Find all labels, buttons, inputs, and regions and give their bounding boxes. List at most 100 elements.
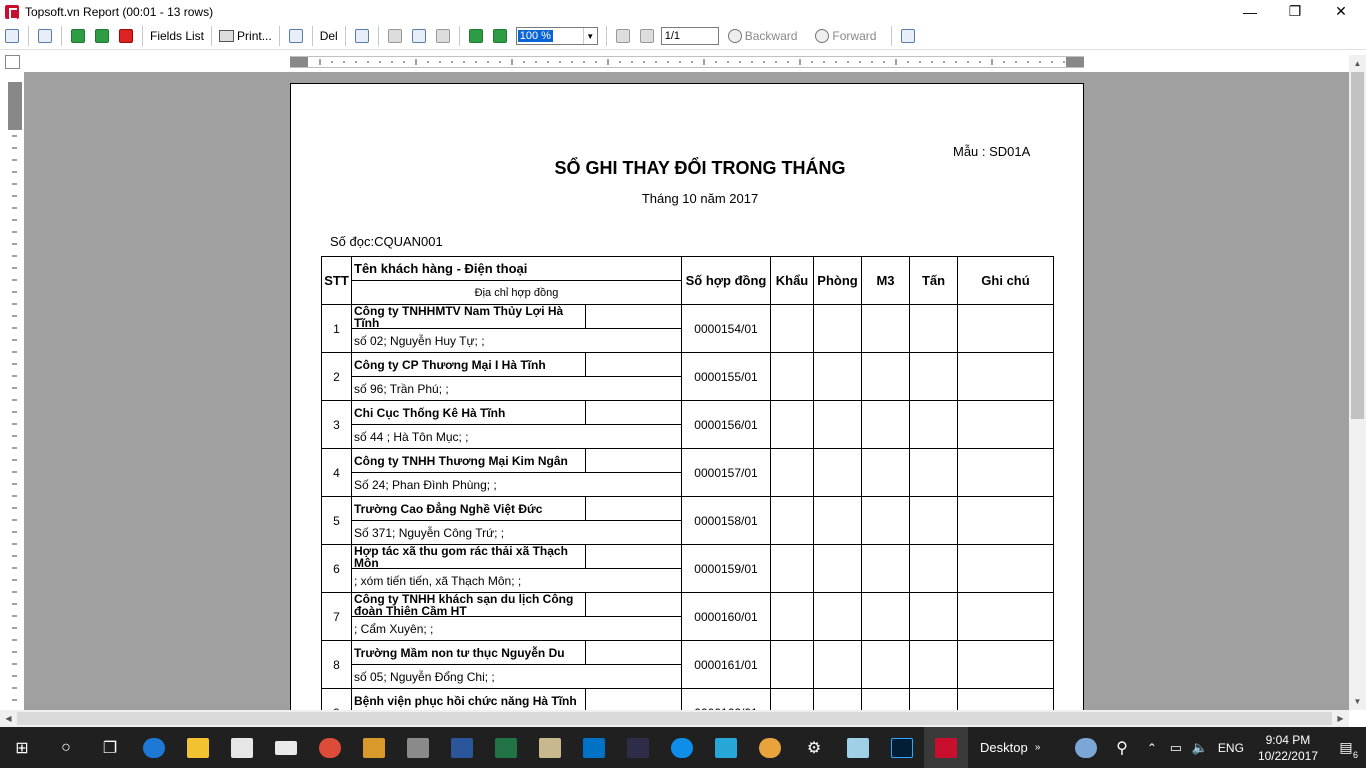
first-page-icon[interactable] — [612, 25, 634, 47]
toolbar: Fields List Print... Del 100 % ▼ 1/1 Bac… — [0, 23, 1366, 50]
previous-page-icon[interactable] — [636, 25, 658, 47]
app-icon-6[interactable] — [836, 727, 880, 768]
export-icon[interactable] — [67, 25, 89, 47]
scroll-right-icon[interactable]: ▶ — [1332, 710, 1349, 727]
chrome-icon[interactable] — [308, 727, 352, 768]
cortana-icon[interactable]: ○ — [44, 727, 88, 768]
zoom-select[interactable]: 100 % ▼ — [515, 27, 598, 45]
print-button[interactable]: Print... — [216, 25, 275, 47]
page-number-input[interactable]: 1/1 — [660, 27, 719, 45]
excel-export-icon[interactable] — [91, 25, 113, 47]
minimize-button[interactable]: — — [1227, 0, 1273, 23]
row-khau — [770, 544, 814, 593]
delete-button[interactable]: Del — [317, 25, 341, 47]
find-icon[interactable] — [351, 25, 373, 47]
page-copy-icon[interactable] — [285, 25, 307, 47]
teamviewer-icon[interactable] — [660, 727, 704, 768]
topsoft-icon[interactable] — [924, 727, 968, 768]
file-explorer-icon[interactable] — [176, 727, 220, 768]
row-tan — [909, 352, 958, 401]
toolbar-separator — [458, 26, 460, 46]
fields-list-button[interactable]: Fields List — [147, 25, 207, 47]
row-phong — [813, 400, 862, 449]
email-icon[interactable] — [34, 25, 56, 47]
close-button[interactable]: ✕ — [1318, 0, 1364, 23]
horizontal-scrollbar[interactable]: ◀ ▶ — [0, 710, 1349, 727]
row-contract-number: 0000155/01 — [681, 352, 771, 401]
row-m3 — [861, 640, 910, 689]
row-customer-name: Công ty TNHHMTV Nam Thủy Lợi Hà Tĩnh — [351, 304, 682, 329]
store-icon[interactable] — [220, 727, 264, 768]
row-khau — [770, 352, 814, 401]
people-icon[interactable]: ⚲ — [1104, 727, 1140, 768]
customer-name-text: Công ty TNHHMTV Nam Thủy Lợi Hà Tĩnh — [354, 305, 586, 328]
excel-icon[interactable] — [484, 727, 528, 768]
forward-label: Forward — [832, 29, 877, 43]
volume-icon[interactable]: 🔈 — [1188, 727, 1212, 768]
row-customer-name: Hợp tác xã thu gom rác thải xã Thạch Môn — [351, 544, 682, 569]
multi-page-icon[interactable] — [408, 25, 430, 47]
scroll-left-icon[interactable]: ◀ — [0, 710, 17, 727]
forward-icon — [815, 29, 830, 43]
vertical-scroll-thumb[interactable] — [1351, 72, 1364, 419]
notification-icon[interactable]: ▤ 6 — [1326, 727, 1366, 768]
row-ghichu — [957, 448, 1054, 497]
zoom-out-icon[interactable] — [465, 25, 487, 47]
chevron-up-icon[interactable]: ⌃ — [1140, 727, 1164, 768]
maximize-button[interactable]: ❐ — [1272, 0, 1318, 23]
system-tray: ⚲ ⌃ ▭ 🔈 ENG 9:04 PM 10/22/2017 ▤ 6 — [1068, 727, 1366, 768]
clock[interactable]: 9:04 PM 10/22/2017 — [1258, 732, 1318, 764]
network-icon[interactable]: ▭ — [1164, 727, 1188, 768]
vertical-scrollbar[interactable]: ▲ ▼ — [1349, 55, 1366, 710]
chevron-right-icon[interactable]: » — [1028, 727, 1048, 768]
mail-icon[interactable] — [264, 727, 308, 768]
row-m3 — [861, 400, 910, 449]
ruler-ticks — [319, 59, 1065, 65]
task-view-icon[interactable]: ❐ — [88, 727, 132, 768]
title-bar: Topsoft.vn Report (00:01 - 13 rows) — ❐ … — [0, 0, 1366, 23]
word-icon[interactable] — [440, 727, 484, 768]
ruler-ticks — [12, 135, 17, 701]
assistant-icon[interactable] — [1068, 727, 1104, 768]
report-table: STT Tên khách hàng - Điện thoại Số hợp đ… — [321, 256, 1054, 710]
edge-icon[interactable] — [132, 727, 176, 768]
forward-button[interactable]: Forward — [812, 25, 879, 47]
app-icon-1[interactable] — [352, 727, 396, 768]
language-indicator[interactable]: ENG — [1218, 741, 1244, 755]
toolbar-separator — [61, 26, 62, 46]
table-row: 4 Công ty TNHH Thương Mại Kim Ngân 0000157… — [321, 448, 1054, 497]
outlook-icon[interactable] — [572, 727, 616, 768]
app-icon-3[interactable] — [528, 727, 572, 768]
row-phong — [813, 544, 862, 593]
desktop-toolbar-label[interactable]: Desktop — [980, 740, 1028, 755]
table-row: 2 Công ty CP Thương Mại I Hà Tĩnh 0000155/… — [321, 352, 1054, 401]
app-icon-4[interactable] — [616, 727, 660, 768]
chevron-down-icon[interactable]: ▼ — [582, 28, 597, 44]
app-icon-5[interactable] — [704, 727, 748, 768]
app-icon-2[interactable] — [396, 727, 440, 768]
backward-button[interactable]: Backward — [725, 25, 801, 47]
toolbar-separator — [211, 26, 213, 46]
row-stt: 4 — [321, 448, 352, 497]
row-m3 — [861, 352, 910, 401]
report-page: Mẫu : SD01A SỔ GHI THAY ĐỔI TRONG THÁNG … — [290, 83, 1084, 710]
edit-icon[interactable] — [897, 25, 919, 47]
row-tan — [909, 592, 958, 641]
continuous-page-icon[interactable] — [432, 25, 454, 47]
horizontal-scroll-thumb[interactable] — [17, 712, 1332, 725]
row-customer-name: Chi Cục Thống Kê Hà Tĩnh — [351, 400, 682, 425]
pdf-export-icon[interactable] — [115, 25, 137, 47]
settings-icon[interactable]: ⚙ — [792, 727, 836, 768]
copy-icon[interactable] — [1, 25, 23, 47]
row-contract-address: Số 24; Phan Đình Phùng; ; — [351, 472, 682, 497]
row-m3 — [861, 496, 910, 545]
scroll-down-icon[interactable]: ▼ — [1349, 693, 1366, 710]
row-contract-number: 0000154/01 — [681, 304, 771, 353]
single-page-icon[interactable] — [384, 25, 406, 47]
paint-icon[interactable] — [748, 727, 792, 768]
zoom-in-icon[interactable] — [489, 25, 511, 47]
photoshop-icon[interactable] — [880, 727, 924, 768]
row-contract-address: ; xóm tiến tiến, xã Thạch Môn; ; — [351, 568, 682, 593]
scroll-up-icon[interactable]: ▲ — [1349, 55, 1366, 72]
start-icon[interactable]: ⊞ — [0, 727, 44, 768]
